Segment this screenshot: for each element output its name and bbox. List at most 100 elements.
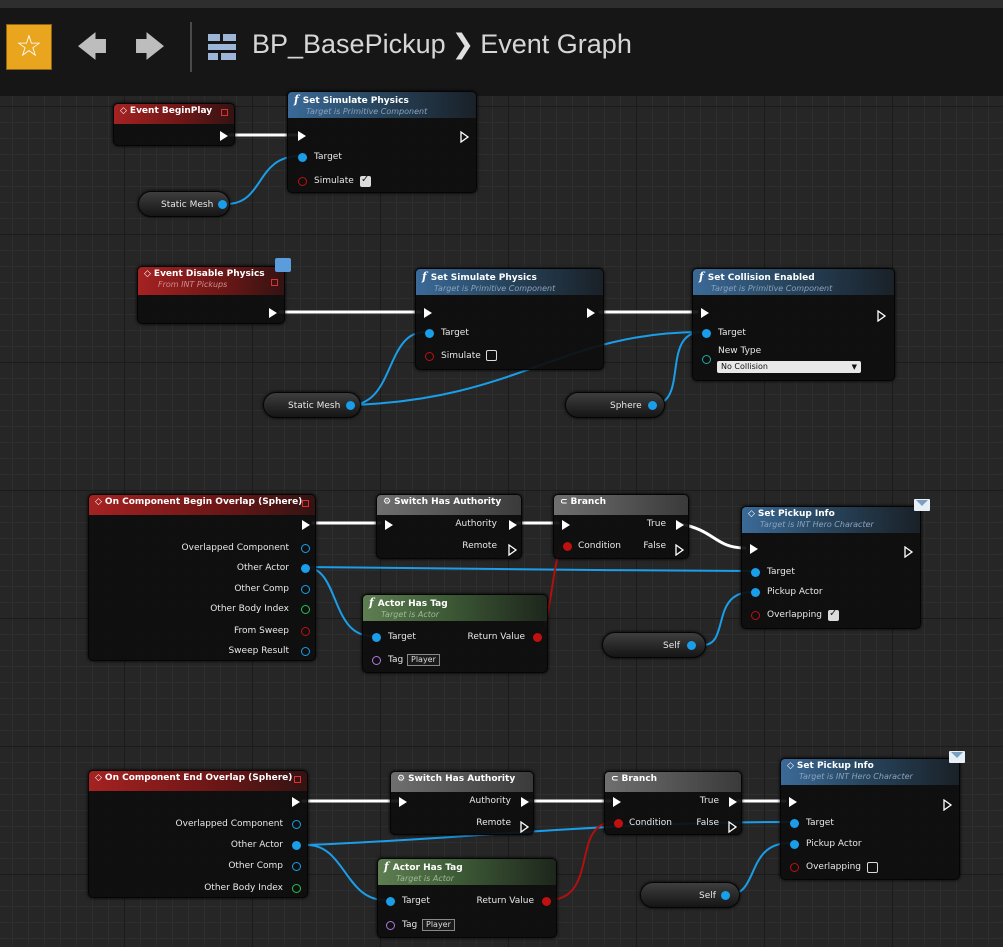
collision-type-dropdown[interactable]: No Collision ▼	[717, 361, 861, 373]
breadcrumb-graph[interactable]: Event Graph	[480, 29, 632, 59]
set-pickup-info-node[interactable]: ◇ Set Pickup Info Target is INT Hero Char…	[741, 499, 930, 629]
exec-in-pin[interactable]	[424, 308, 432, 318]
true-exec-pin[interactable]	[676, 520, 684, 530]
exec-out-pin[interactable]	[269, 308, 277, 318]
event-beginplay-node[interactable]: ◇ Event BeginPlay	[113, 103, 235, 146]
branch-node[interactable]: ⊂ Branch True Condition False	[553, 494, 689, 559]
exec-out-pin[interactable]	[302, 520, 310, 530]
overlapped-component-pin[interactable]	[292, 820, 301, 829]
target-pin[interactable]	[298, 153, 307, 162]
favorite-button[interactable]: ☆	[6, 24, 52, 70]
self-reference-node[interactable]: Self	[602, 632, 706, 658]
return-value-pin[interactable]	[542, 897, 551, 906]
event-disable-physics-node[interactable]: ◇ Event Disable Physics From INT Pickups	[137, 258, 291, 324]
exec-out-pin[interactable]	[220, 131, 228, 141]
other-comp-pin[interactable]	[301, 585, 310, 594]
back-button[interactable]: 🡄	[72, 28, 112, 68]
target-pin[interactable]	[425, 329, 434, 338]
other-body-index-pin[interactable]	[301, 605, 310, 614]
return-value-pin[interactable]	[533, 633, 542, 642]
target-pin[interactable]	[372, 633, 381, 642]
target-pin[interactable]	[702, 329, 711, 338]
output-pin[interactable]	[346, 401, 355, 410]
switch-has-authority-node[interactable]: ⚙ Switch Has Authority Authority Remote	[376, 494, 522, 559]
delegate-pin[interactable]	[302, 500, 309, 507]
tag-pin[interactable]	[386, 921, 395, 930]
tag-pin[interactable]	[372, 656, 381, 665]
true-exec-pin[interactable]	[729, 797, 737, 807]
switch-has-authority-node[interactable]: ⚙ Switch Has Authority Authority Remote	[390, 771, 534, 835]
set-simulate-physics-node[interactable]: f Set Simulate Physics Target is Primitiv…	[287, 91, 477, 193]
pickup-actor-pin[interactable]	[790, 840, 799, 849]
false-label: False	[696, 818, 719, 828]
exec-out-pin[interactable]	[904, 543, 914, 559]
exec-in-pin[interactable]	[750, 544, 758, 554]
delegate-pin[interactable]	[221, 109, 228, 116]
from-sweep-pin[interactable]	[301, 627, 310, 636]
sweep-result-pin[interactable]	[301, 647, 310, 656]
target-pin[interactable]	[751, 568, 760, 577]
pickup-actor-pin[interactable]	[751, 588, 760, 597]
forward-button[interactable]: 🡆	[130, 28, 170, 68]
node-subtitle: Target is Primitive Component	[711, 284, 833, 293]
exec-in-pin[interactable]	[613, 797, 621, 807]
sphere-variable[interactable]: Sphere	[565, 392, 665, 418]
authority-exec-pin[interactable]	[509, 520, 517, 530]
exec-out-pin[interactable]	[943, 796, 953, 812]
end-overlap-event-node[interactable]: ◇ On Component End Overlap (Sphere) Overl…	[88, 770, 308, 898]
simulate-checkbox[interactable]	[360, 174, 371, 187]
target-pin[interactable]	[790, 819, 799, 828]
false-exec-pin[interactable]	[675, 541, 685, 557]
simulate-pin[interactable]	[425, 352, 434, 361]
tag-value-input[interactable]: Player	[422, 919, 455, 931]
exec-in-pin[interactable]	[701, 308, 709, 318]
tag-label: Tag	[402, 920, 418, 930]
output-pin[interactable]	[721, 891, 730, 900]
new-type-pin[interactable]	[702, 355, 711, 364]
output-pin[interactable]	[648, 401, 657, 410]
remote-exec-pin[interactable]	[520, 818, 530, 834]
exec-out-pin[interactable]	[292, 797, 300, 807]
condition-pin[interactable]	[563, 542, 572, 551]
overlapping-pin[interactable]	[790, 863, 799, 872]
exec-in-pin[interactable]	[789, 797, 797, 807]
actor-has-tag-node[interactable]: f Actor Has Tag Target is Actor Target Re…	[377, 858, 557, 938]
simulate-pin[interactable]	[298, 177, 307, 186]
begin-overlap-event-node[interactable]: ◇ On Component Begin Overlap (Sphere) Ove…	[88, 494, 316, 661]
set-collision-enabled-node[interactable]: f Set Collision Enabled Target is Primiti…	[692, 268, 895, 381]
exec-in-pin[interactable]	[385, 520, 393, 530]
tag-value-input[interactable]: Player	[407, 654, 440, 666]
exec-out-pin[interactable]	[587, 308, 595, 318]
remote-exec-pin[interactable]	[508, 541, 518, 557]
branch-node[interactable]: ⊂ Branch True Condition False	[604, 771, 742, 835]
overlapped-component-pin[interactable]	[301, 544, 310, 553]
static-mesh-variable[interactable]: Static Mesh	[138, 191, 230, 217]
set-simulate-physics-node[interactable]: f Set Simulate Physics Target is Primitiv…	[415, 268, 604, 370]
other-actor-pin[interactable]	[301, 564, 310, 573]
overlapping-checkbox[interactable]	[867, 862, 878, 873]
overlapping-pin[interactable]	[751, 611, 760, 620]
false-exec-pin[interactable]	[728, 818, 738, 834]
set-pickup-info-node[interactable]: ◇ Set Pickup Info Target is INT Hero Char…	[780, 751, 965, 880]
exec-out-pin[interactable]	[877, 307, 887, 323]
condition-pin[interactable]	[614, 819, 623, 828]
actor-has-tag-node[interactable]: f Actor Has Tag Target is Actor Target Re…	[362, 594, 548, 673]
variable-label: Sphere	[610, 401, 642, 411]
delegate-pin[interactable]	[271, 279, 278, 286]
self-reference-node[interactable]: Self	[640, 882, 740, 908]
authority-exec-pin[interactable]	[521, 797, 529, 807]
overlapping-checkbox[interactable]	[828, 608, 839, 621]
delegate-pin[interactable]	[294, 776, 301, 783]
exec-in-pin[interactable]	[298, 131, 306, 141]
exec-in-pin[interactable]	[399, 797, 407, 807]
output-pin[interactable]	[687, 641, 696, 650]
exec-in-pin[interactable]	[562, 520, 570, 530]
breadcrumb-blueprint[interactable]: BP_BasePickup	[252, 29, 446, 59]
target-pin[interactable]	[386, 897, 395, 906]
other-body-index-pin[interactable]	[292, 884, 301, 893]
other-actor-pin[interactable]	[292, 841, 301, 850]
other-comp-pin[interactable]	[292, 862, 301, 871]
static-mesh-variable[interactable]: Static Mesh	[263, 392, 361, 418]
output-pin[interactable]	[218, 200, 227, 209]
simulate-checkbox[interactable]	[486, 350, 497, 361]
